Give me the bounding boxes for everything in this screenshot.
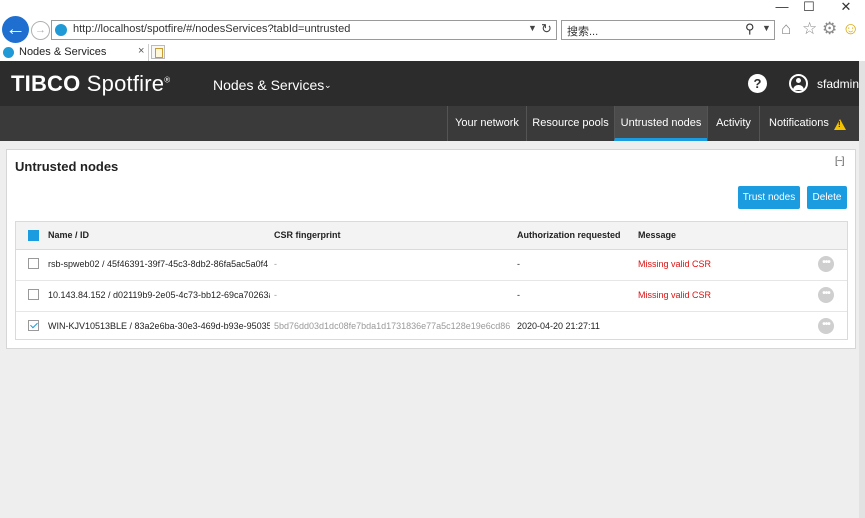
collapse-button[interactable]: [−] (835, 156, 844, 167)
cell-message: Missing valid CSR (638, 290, 712, 300)
browser-tab-bar: Nodes & Services × (0, 44, 865, 61)
site-favicon-icon (55, 24, 67, 36)
table-row[interactable]: rsb-spweb02 / 45f46391-39f7-45c3-8db2-86… (16, 249, 847, 281)
minimize-button[interactable]: — (768, 0, 796, 14)
tab-untrusted-nodes[interactable]: Untrusted nodes (614, 106, 707, 141)
warning-icon: ! (834, 119, 846, 130)
table-header: Name / ID CSR fingerprint Authorization … (16, 222, 847, 250)
refresh-icon[interactable]: ↻ (541, 21, 552, 37)
forward-button[interactable]: → (31, 21, 50, 40)
column-header-name-id[interactable]: Name / ID (48, 230, 89, 240)
url-field[interactable]: http://localhost/spotfire/#/nodesService… (51, 20, 557, 40)
settings-gear-icon[interactable]: ⚙ (822, 19, 837, 39)
section-title-dropdown[interactable]: Nodes & Services (213, 77, 324, 93)
row-more-options-button[interactable]: ••• (818, 256, 834, 272)
row-more-options-button[interactable]: ••• (818, 318, 834, 334)
tab-activity[interactable]: Activity (707, 106, 759, 141)
select-all-checkbox[interactable] (28, 230, 39, 241)
trust-nodes-button[interactable]: Trust nodes (738, 186, 800, 209)
new-tab-icon[interactable] (151, 45, 165, 59)
cell-name-id: WIN-KJV10513BLE / 83a2e6ba-30e3-469d-b93… (48, 321, 270, 331)
close-window-button[interactable]: ✕ (832, 0, 860, 14)
window-titlebar: — ☐ ✕ (0, 0, 865, 14)
search-icon[interactable]: ⚲ (745, 21, 755, 37)
tibco-spotfire-logo: TIBCO Spotfire® (11, 71, 171, 96)
user-name[interactable]: sfadmin (817, 77, 859, 91)
browser-tab-label: Nodes & Services (19, 46, 107, 58)
cell-name-id: 10.143.84.152 / d02119b9-2e05-4c73-bb12-… (48, 290, 270, 300)
back-button[interactable]: ← (2, 16, 29, 43)
app-header: TIBCO Spotfire® Nodes & Services ⌄ ? sfa… (0, 61, 865, 106)
cell-csr-fingerprint: 5bd76dd03d1dc08fe7bda1d1731836e77a5c128e… (274, 321, 510, 331)
table-row[interactable]: WIN-KJV10513BLE / 83a2e6ba-30e3-469d-b93… (16, 311, 847, 342)
home-icon[interactable]: ⌂ (781, 19, 791, 39)
favorites-star-icon[interactable]: ☆ (802, 19, 817, 39)
row-checkbox[interactable] (28, 289, 39, 300)
smiley-feedback-icon[interactable]: ☺ (842, 19, 859, 39)
cell-message: Missing valid CSR (638, 259, 712, 269)
row-checkbox[interactable] (28, 258, 39, 269)
search-placeholder: 搜索... (567, 26, 599, 38)
user-avatar-icon[interactable] (789, 74, 808, 93)
tab-favicon-icon (3, 47, 14, 58)
help-button[interactable]: ? (748, 74, 767, 93)
nav-tabs: Your network Resource pools Untrusted no… (0, 106, 865, 141)
cell-name-id: rsb-spweb02 / 45f46391-39f7-45c3-8db2-86… (48, 259, 269, 269)
tab-close-icon[interactable]: × (138, 45, 144, 57)
row-checkbox[interactable] (28, 320, 39, 331)
cell-csr-fingerprint: - (274, 259, 277, 269)
chevron-down-icon[interactable]: ⌄ (324, 80, 332, 91)
search-dropdown-icon[interactable]: ▼ (762, 23, 771, 33)
tab-notifications[interactable]: Notifications (759, 106, 865, 141)
row-more-options-button[interactable]: ••• (818, 287, 834, 303)
url-text: http://localhost/spotfire/#/nodesService… (73, 23, 351, 35)
cell-authorization-requested: - (517, 290, 520, 300)
column-header-csr-fingerprint[interactable]: CSR fingerprint (274, 230, 341, 240)
untrusted-nodes-table: Name / ID CSR fingerprint Authorization … (15, 221, 848, 340)
tab-resource-pools[interactable]: Resource pools (526, 106, 614, 141)
url-dropdown-icon[interactable]: ▼ (528, 23, 537, 33)
column-header-authorization-requested[interactable]: Authorization requested (517, 230, 621, 240)
tab-notifications-label: Notifications (769, 117, 829, 129)
untrusted-nodes-panel: Untrusted nodes [−] Trust nodes Delete N… (6, 149, 856, 349)
cell-authorization-requested: - (517, 259, 520, 269)
delete-button[interactable]: Delete (807, 186, 847, 209)
page-scrollbar[interactable] (859, 61, 865, 518)
address-bar: ← → http://localhost/spotfire/#/nodesSer… (0, 14, 865, 44)
browser-tab-nodes-services[interactable]: Nodes & Services × (0, 44, 149, 61)
maximize-button[interactable]: ☐ (795, 0, 823, 14)
cell-csr-fingerprint: - (274, 290, 277, 300)
tab-your-network[interactable]: Your network (447, 106, 526, 141)
column-header-message[interactable]: Message (638, 230, 676, 240)
panel-title: Untrusted nodes (15, 159, 119, 174)
cell-authorization-requested: 2020-04-20 21:27:11 (517, 321, 600, 331)
table-row[interactable]: 10.143.84.152 / d02119b9-2e05-4c73-bb12-… (16, 280, 847, 312)
browser-search-input[interactable]: 搜索... ⚲ ▼ (561, 20, 775, 40)
